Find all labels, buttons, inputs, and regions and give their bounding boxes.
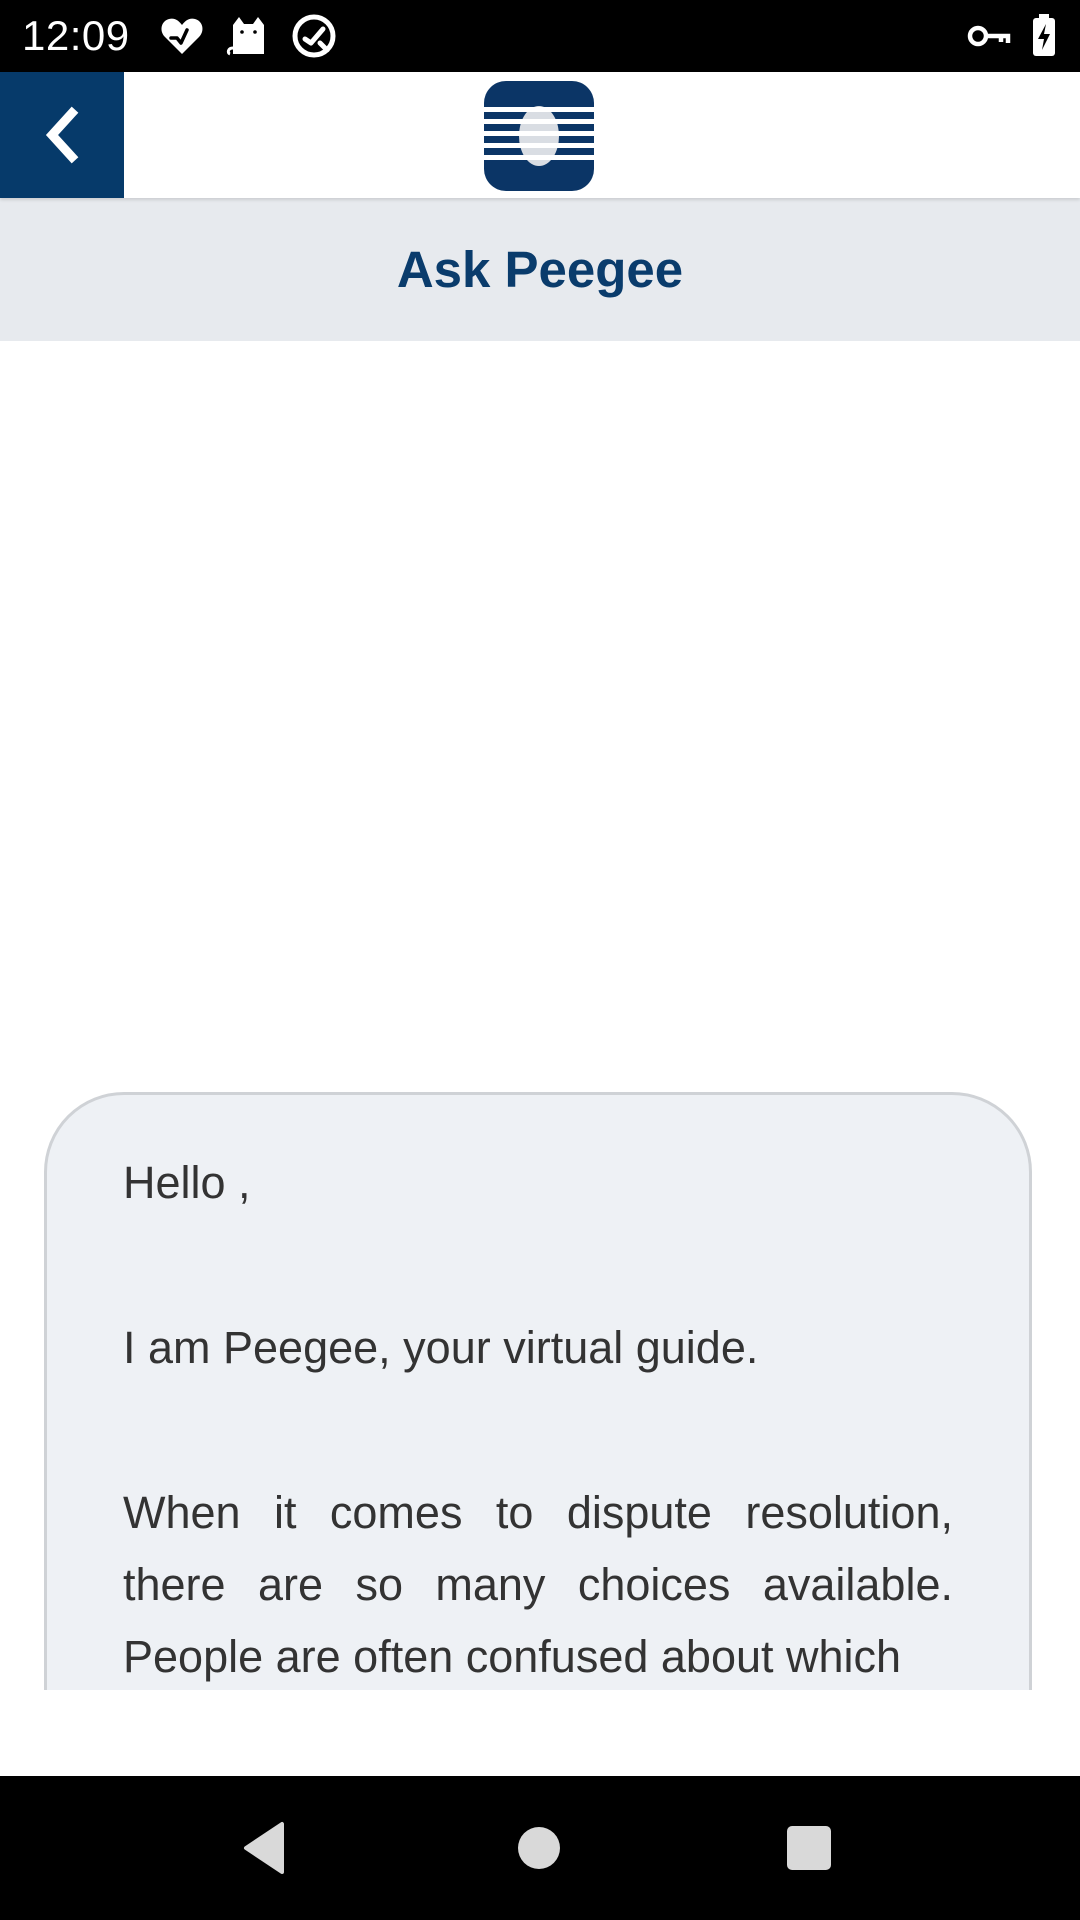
chat-area[interactable]: Hello , I am Peegee, your virtual guide.…	[0, 341, 1080, 1690]
message-body: When it comes to dispute resolution, the…	[123, 1487, 953, 1682]
status-bar: 12:09	[0, 0, 1080, 72]
cat-icon	[226, 17, 264, 56]
navigation-bar	[0, 1776, 1080, 1920]
home-circle-icon	[518, 1827, 560, 1869]
nav-back-button[interactable]	[216, 1798, 316, 1898]
status-time: 12:09	[22, 12, 130, 59]
health-heart-icon	[161, 18, 203, 54]
vpn-key-icon	[967, 25, 1011, 47]
recents-square-icon	[787, 1826, 831, 1870]
striped-globe-logo	[484, 81, 594, 191]
sync-at-icon	[292, 14, 336, 58]
battery-charging-icon	[1033, 14, 1055, 56]
title-bar: Ask Peegee	[0, 198, 1080, 341]
nav-home-button[interactable]	[489, 1798, 589, 1898]
bot-message-bubble: Hello , I am Peegee, your virtual guide.…	[44, 1092, 1032, 1690]
page-title: Ask Peegee	[396, 241, 684, 298]
nav-recents-button[interactable]	[759, 1798, 859, 1898]
message-intro: I am Peegee, your virtual guide.	[123, 1322, 759, 1373]
message-greeting: Hello ,	[123, 1157, 251, 1208]
back-triangle-icon	[244, 1822, 284, 1874]
back-button[interactable]	[0, 72, 124, 198]
app-header	[0, 72, 1080, 198]
chevron-left-icon	[45, 106, 79, 164]
